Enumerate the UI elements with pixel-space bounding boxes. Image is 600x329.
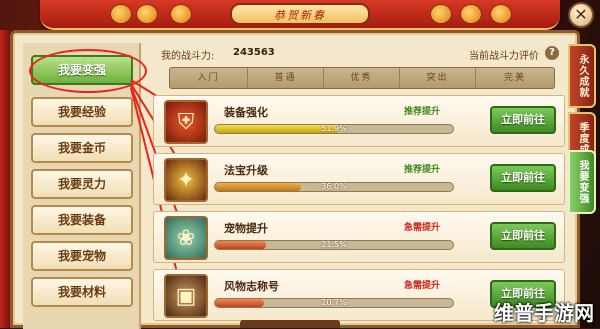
rating-segment: 普通 (248, 68, 324, 88)
left-decoration (0, 30, 10, 328)
go-button[interactable]: 立即前往 (490, 164, 556, 192)
task-progress: 20.7% (214, 298, 454, 308)
tab-permanent-achievements[interactable]: 永久成就 (568, 44, 596, 108)
task-tag: 推荐提升 (404, 107, 441, 117)
watermark: 维普手游网 (494, 301, 594, 325)
armor-icon: ⛨ (164, 100, 208, 144)
rating-segment: 完美 (503, 73, 526, 83)
task-progress: 51.9% (214, 124, 454, 134)
sidebar-item-spirit[interactable]: 我要灵力 (31, 169, 133, 199)
sidebar-item-materials[interactable]: 我要材料 (31, 277, 133, 307)
sidebar-item-gold[interactable]: 我要金币 (31, 133, 133, 163)
task-progress: 36.0% (214, 182, 454, 192)
main-window: 我要变强 我要经验 我要金币 我要灵力 我要装备 我要宠物 我要材料 我的战斗力… (10, 30, 580, 329)
lantern-icon (170, 4, 192, 24)
task-row: ⛨ 装备强化 推荐提升 51.9% 立即前往 (153, 95, 565, 147)
task-name: 宠物提升 (224, 222, 268, 235)
sidebar-item-pet[interactable]: 我要宠物 (31, 241, 133, 271)
bottom-strip (240, 320, 340, 328)
task-tag: 急需提升 (404, 223, 441, 233)
task-tag: 推荐提升 (404, 165, 441, 175)
task-tag: 急需提升 (404, 281, 441, 291)
task-name: 法宝升级 (224, 164, 268, 177)
badge-icon: ▣ (164, 274, 208, 318)
progress-text: 20.7% (321, 298, 347, 307)
lantern-icon (430, 4, 452, 24)
treasure-icon: ✦ (164, 158, 208, 202)
lantern-icon (490, 4, 512, 24)
banner-title: 恭贺新春 (230, 3, 370, 25)
lantern-icon (110, 4, 132, 24)
rating-segment: 入门 (170, 68, 248, 88)
go-button[interactable]: 立即前往 (490, 106, 556, 134)
tab-get-stronger[interactable]: 我要变强 (568, 150, 596, 214)
rating-segment: 优秀 (324, 68, 400, 88)
task-row: ✦ 法宝升级 推荐提升 36.0% 立即前往 (153, 153, 565, 205)
rating-bar: 入门 普通 优秀 突出 完美 (169, 67, 555, 89)
eval-label: 当前战斗力评价 (469, 51, 539, 62)
close-button[interactable]: ✕ (568, 2, 594, 28)
pet-icon: ❀ (164, 216, 208, 260)
go-button[interactable]: 立即前往 (490, 222, 556, 250)
game-scene: 恭贺新春 ✕ 我要变强 我要经验 我要金币 我要灵力 我要装备 我要宠物 我要材… (0, 0, 600, 329)
progress-text: 21.5% (321, 240, 347, 249)
progress-text: 51.9% (321, 124, 347, 133)
task-name: 装备强化 (224, 106, 268, 119)
task-progress: 21.5% (214, 240, 454, 250)
lantern-icon (136, 4, 158, 24)
task-row: ❀ 宠物提升 急需提升 21.5% 立即前往 (153, 211, 565, 263)
power-label: 我的战斗力: (161, 51, 215, 62)
rating-segment: 突出 (400, 68, 476, 88)
power-row: 我的战斗力: 243563 当前战斗力评价 ? (153, 45, 565, 62)
content-panel: 我的战斗力: 243563 当前战斗力评价 ? 入门 普通 优秀 突出 完美 ⛨… (147, 37, 571, 329)
sidebar-item-experience[interactable]: 我要经验 (31, 97, 133, 127)
sidebar: 我要变强 我要经验 我要金币 我要灵力 我要装备 我要宠物 我要材料 (23, 43, 147, 329)
progress-text: 36.0% (321, 182, 347, 191)
power-value: 243563 (233, 47, 275, 58)
sidebar-item-equipment[interactable]: 我要装备 (31, 205, 133, 235)
top-banner: 恭贺新春 (40, 0, 560, 30)
help-icon[interactable]: ? (545, 46, 559, 60)
task-name: 风物志称号 (224, 280, 279, 293)
lantern-icon (460, 4, 482, 24)
